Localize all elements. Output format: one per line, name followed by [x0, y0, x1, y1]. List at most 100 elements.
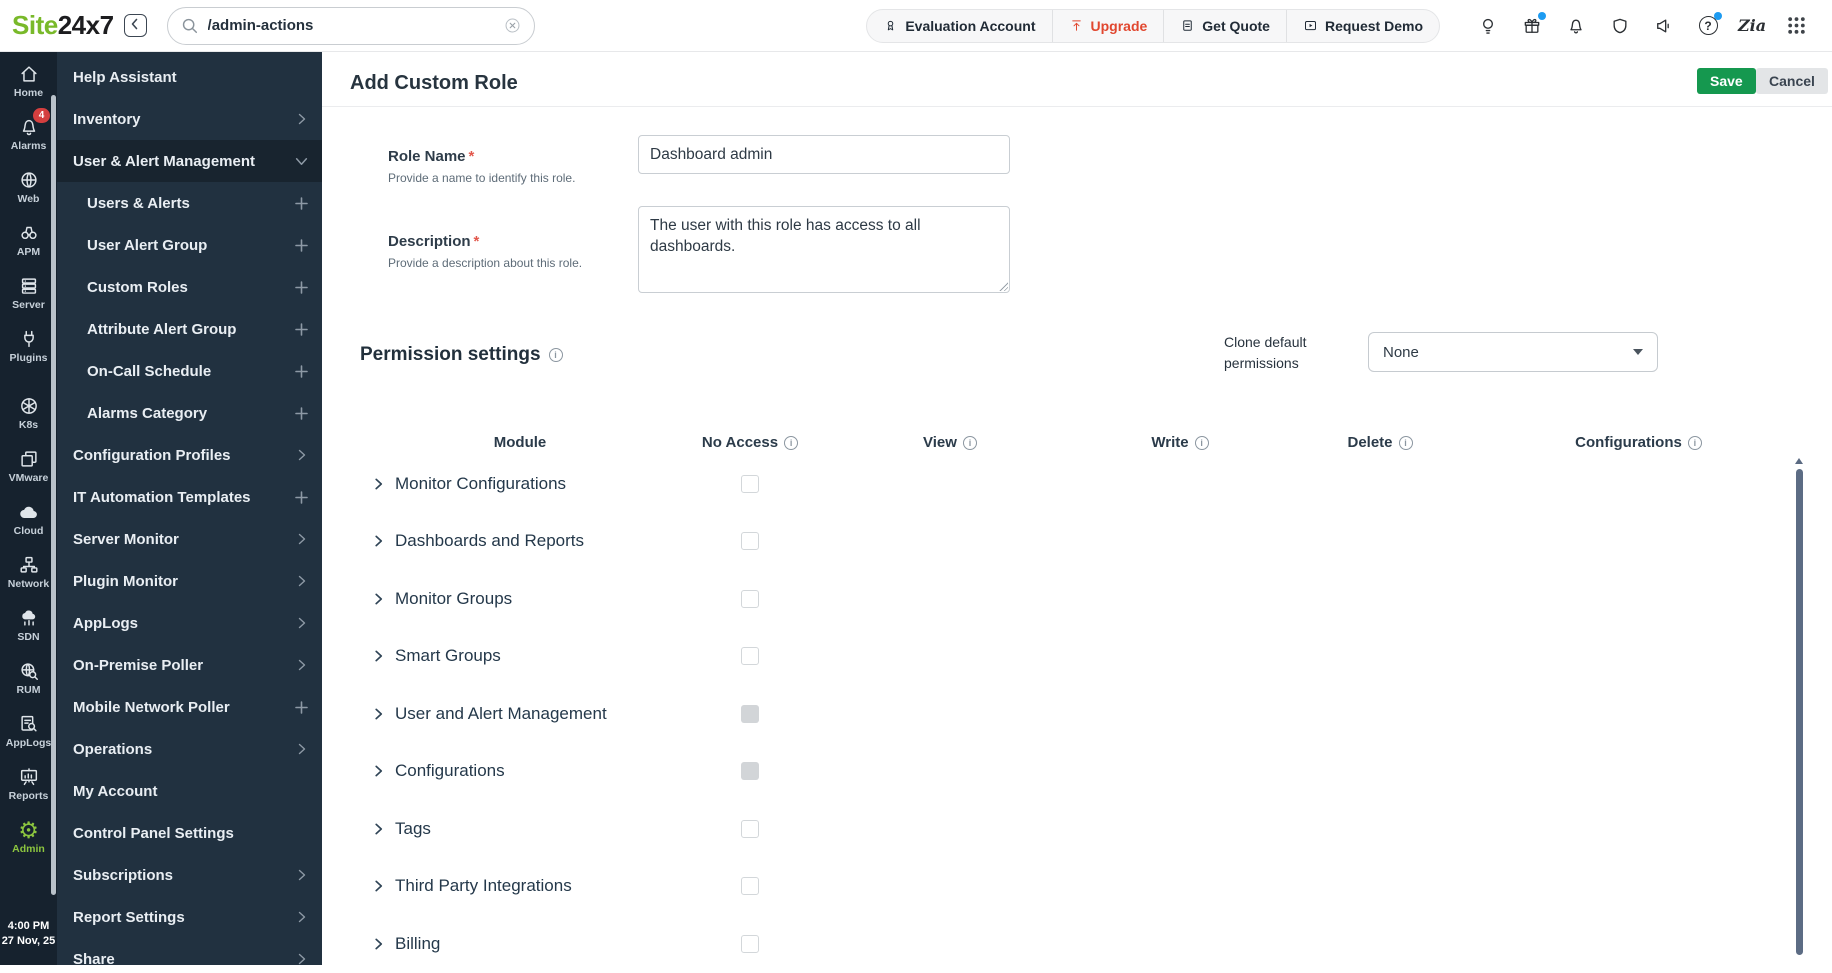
- no-access-checkbox[interactable]: [741, 704, 759, 723]
- info-icon[interactable]: i: [548, 348, 563, 362]
- sidebar-item-operations[interactable]: Operations: [57, 728, 322, 770]
- info-icon[interactable]: i: [1194, 435, 1209, 450]
- description-textarea[interactable]: The user with this role has access to al…: [638, 206, 1010, 293]
- sidebar-item-user-alert-management[interactable]: User & Alert Management: [57, 140, 322, 182]
- sidebar-item-my-account[interactable]: My Account: [57, 770, 322, 812]
- expand-chevron-icon[interactable]: [373, 591, 384, 607]
- no-access-checkbox[interactable]: [741, 819, 759, 838]
- sidebar-item-plugin-monitor[interactable]: Plugin Monitor: [57, 560, 322, 602]
- sidebar-item-applogs[interactable]: AppLogs: [57, 602, 322, 644]
- scroll-up-arrow-icon[interactable]: [1795, 458, 1803, 464]
- kubernetes-icon: [18, 395, 40, 417]
- sidebar-label-custom-roles: Custom Roles: [87, 278, 188, 296]
- rum-globe-search-icon: [18, 660, 40, 682]
- rail-item-reports[interactable]: Reports: [0, 757, 57, 810]
- save-button[interactable]: Save: [1697, 68, 1756, 94]
- topbar-pill-upgrade[interactable]: Upgrade: [1051, 9, 1164, 42]
- no-access-checkbox[interactable]: [741, 762, 759, 781]
- expand-chevron-icon[interactable]: [373, 476, 384, 492]
- sidebar-label-applogs: AppLogs: [73, 614, 138, 632]
- rail-item-vmware[interactable]: VMware: [0, 439, 57, 492]
- sidebar-item-custom-roles[interactable]: Custom Roles: [57, 266, 322, 308]
- scrollbar-thumb[interactable]: [1795, 469, 1803, 955]
- sidebar-item-configuration-profiles[interactable]: Configuration Profiles: [57, 434, 322, 476]
- module-label-monitor-groups: Monitor Groups: [395, 588, 513, 608]
- expand-chevron-icon[interactable]: [373, 878, 384, 894]
- search-box[interactable]: [166, 6, 535, 45]
- no-access-checkbox[interactable]: [741, 474, 759, 493]
- search-input[interactable]: [205, 16, 496, 35]
- sidebar-item-on-premise-poller[interactable]: On-Premise Poller: [57, 644, 322, 686]
- rail-item-web[interactable]: Web: [0, 160, 57, 213]
- role-name-input[interactable]: [638, 135, 1010, 174]
- sidebar-item-mobile-network-poller[interactable]: Mobile Network Poller: [57, 686, 322, 728]
- column-header-no-access: No Access i: [680, 434, 820, 451]
- expand-chevron-icon[interactable]: [373, 533, 384, 549]
- rail-item-plugins[interactable]: Plugins: [0, 319, 57, 372]
- rail-item-server[interactable]: Server: [0, 266, 57, 319]
- sidebar-item-help-assistant[interactable]: Help Assistant: [57, 56, 322, 98]
- no-access-checkbox[interactable]: [741, 647, 759, 666]
- rail-item-home[interactable]: Home: [0, 54, 57, 107]
- rail-item-applogs[interactable]: AppLogs: [0, 704, 57, 757]
- info-icon[interactable]: i: [784, 435, 799, 450]
- expand-chevron-icon[interactable]: [373, 706, 384, 722]
- no-access-checkbox[interactable]: [741, 877, 759, 896]
- topbar-button-gift-icon[interactable]: [1510, 6, 1554, 46]
- sidebar-item-attribute-alert-group[interactable]: Attribute Alert Group: [57, 308, 322, 350]
- sidebar-item-share[interactable]: Share: [57, 938, 322, 965]
- no-access-checkbox[interactable]: [741, 934, 759, 953]
- expand-chevron-icon[interactable]: [373, 763, 384, 779]
- sidebar-item-users-alerts[interactable]: Users & Alerts: [57, 182, 322, 224]
- sidebar-item-report-settings[interactable]: Report Settings: [57, 896, 322, 938]
- clear-search-icon[interactable]: [504, 17, 521, 34]
- no-access-checkbox[interactable]: [741, 589, 759, 608]
- sidebar-item-control-panel-settings[interactable]: Control Panel Settings: [57, 812, 322, 854]
- expand-chevron-icon[interactable]: [373, 648, 384, 664]
- demo-play-icon: [1303, 18, 1318, 33]
- chevron-right-icon: [296, 743, 308, 755]
- clone-permissions-value: None: [1383, 343, 1419, 361]
- admin-sidebar: Help Assistant Inventory User & Alert Ma…: [57, 52, 322, 965]
- info-icon[interactable]: i: [1398, 435, 1413, 450]
- sidebar-item-it-automation-templates[interactable]: IT Automation Templates: [57, 476, 322, 518]
- rail-item-cloud[interactable]: Cloud: [0, 492, 57, 545]
- home-icon: [18, 63, 40, 85]
- topbar-button-shield-icon[interactable]: [1598, 6, 1642, 46]
- sidebar-label-operations: Operations: [73, 740, 153, 758]
- clone-permissions-dropdown[interactable]: None: [1368, 332, 1658, 372]
- rail-item-network[interactable]: Network: [0, 545, 57, 598]
- sidebar-item-subscriptions[interactable]: Subscriptions: [57, 854, 322, 896]
- topbar-pill-get-quote[interactable]: Get Quote: [1163, 9, 1286, 42]
- sidebar-item-inventory[interactable]: Inventory: [57, 98, 322, 140]
- rail-item-apm[interactable]: APM: [0, 213, 57, 266]
- no-access-checkbox[interactable]: [741, 532, 759, 551]
- sidebar-item-alarms-category[interactable]: Alarms Category: [57, 392, 322, 434]
- info-icon[interactable]: i: [962, 435, 977, 450]
- topbar-pill-evaluation-account[interactable]: Evaluation Account: [867, 10, 1051, 42]
- topbar-pill-request-demo[interactable]: Request Demo: [1285, 9, 1439, 42]
- sidebar-item-user-alert-group[interactable]: User Alert Group: [57, 224, 322, 266]
- rail-item-k8s[interactable]: K8s: [0, 386, 57, 439]
- rail-item-admin[interactable]: ⚙ Admin: [0, 810, 57, 863]
- content-scrollbar[interactable]: [1794, 458, 1804, 955]
- info-icon[interactable]: i: [1687, 435, 1702, 450]
- topbar-button-announcement-megaphone-icon[interactable]: [1642, 6, 1686, 46]
- sidebar-scrollbar[interactable]: [51, 95, 56, 895]
- expand-chevron-icon[interactable]: [373, 936, 384, 952]
- sidebar-item-server-monitor[interactable]: Server Monitor: [57, 518, 322, 560]
- topbar-button-idea-bulb-icon[interactable]: [1466, 6, 1510, 46]
- sidebar-collapse-button[interactable]: [123, 14, 147, 37]
- topbar-button-help-question-icon[interactable]: ?: [1686, 6, 1730, 46]
- rail-item-rum[interactable]: RUM: [0, 651, 57, 704]
- no-access-cell: [680, 934, 820, 953]
- rail-item-sdn[interactable]: SDN: [0, 598, 57, 651]
- cancel-button[interactable]: Cancel: [1756, 68, 1828, 94]
- expand-chevron-icon[interactable]: [373, 821, 384, 837]
- topbar-button-apps-grid-icon[interactable]: [1774, 6, 1818, 46]
- sidebar-item-on-call-schedule[interactable]: On-Call Schedule: [57, 350, 322, 392]
- topbar-button-zia-assistant-icon[interactable]: Zia: [1730, 6, 1774, 46]
- rail-item-alarms[interactable]: 4 Alarms: [0, 107, 57, 160]
- topbar-button-notification-bell-icon[interactable]: [1554, 6, 1598, 46]
- admin-gear-icon: ⚙: [18, 816, 39, 843]
